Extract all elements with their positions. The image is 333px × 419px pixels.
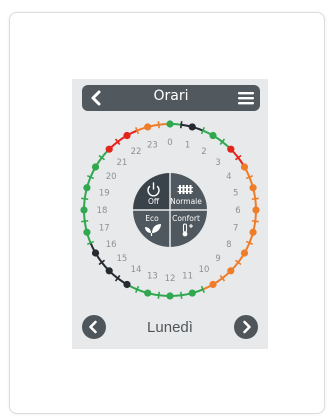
hour-label: 2	[201, 147, 206, 157]
hour-label: 11	[182, 272, 193, 282]
next-day-button[interactable]	[234, 315, 258, 339]
hour-label: 0	[167, 138, 172, 148]
hamburger-menu-icon	[238, 92, 254, 105]
schedule-hour-dot[interactable]	[144, 289, 152, 297]
schedule-hour-dot[interactable]	[227, 267, 235, 275]
page-title: Orari	[153, 88, 189, 104]
hour-label: 14	[131, 265, 142, 275]
title-bar: Orari	[82, 85, 260, 111]
schedule-half-hour-tick[interactable]	[157, 121, 161, 129]
mode-selector: Off Normale Eco Confort	[133, 173, 207, 247]
schedule-hour-dot[interactable]	[123, 280, 131, 289]
hour-label: 22	[131, 147, 142, 157]
mode-comfort-label: Confort	[172, 214, 200, 223]
thermostat-panel: Orari 0 1 2 3 4 5 6 7 8 9 10 11 12 13 14 15 16 17 18 19 20 21…	[72, 79, 268, 349]
schedule-half-hour-tick[interactable]	[179, 291, 183, 299]
hour-label: 12	[165, 274, 176, 284]
mode-eco-label: Eco	[145, 214, 159, 223]
hour-label: 16	[106, 240, 117, 250]
hour-label: 4	[226, 172, 231, 182]
hour-label: 7	[233, 224, 238, 234]
hour-label: 8	[226, 240, 231, 250]
schedule-hour-dot[interactable]	[209, 131, 217, 140]
mode-normal-label: Normale	[170, 197, 202, 206]
hour-label: 18	[97, 206, 108, 216]
schedule-half-hour-tick[interactable]	[157, 291, 161, 299]
schedule-hour-dot[interactable]	[240, 163, 249, 171]
schedule-hour-dot[interactable]	[249, 184, 257, 192]
schedule-hour-dot[interactable]	[80, 206, 88, 214]
hour-label: 5	[233, 188, 238, 198]
schedule-hour-dot[interactable]	[249, 228, 257, 236]
schedule-hour-dot[interactable]	[83, 184, 91, 192]
schedule-hour-dot[interactable]	[188, 289, 196, 297]
mode-off-label: Off	[148, 197, 160, 206]
hour-label: 17	[99, 224, 110, 234]
hour-label: 1	[185, 140, 190, 150]
hour-label: 6	[235, 206, 240, 216]
hour-label: 21	[117, 158, 128, 168]
menu-button[interactable]	[236, 88, 256, 108]
schedule-hour-dot[interactable]	[123, 131, 131, 140]
hour-label: 15	[117, 254, 128, 264]
schedule-hour-dot[interactable]	[166, 292, 174, 300]
hour-label: 10	[199, 265, 210, 275]
schedule-hour-dot[interactable]	[144, 123, 152, 131]
schedule-hour-dot[interactable]	[188, 123, 196, 131]
schedule-hour-dot[interactable]	[166, 120, 174, 128]
schedule-hour-dot[interactable]	[209, 280, 217, 289]
hour-label: 19	[99, 188, 110, 198]
schedule-hour-dot[interactable]	[91, 249, 100, 257]
schedule-dial[interactable]: 0 1234567891011121314151617181920212223 O…	[72, 115, 268, 305]
hour-label: 13	[147, 272, 158, 282]
chevron-right-icon	[234, 315, 258, 339]
schedule-half-hour-tick[interactable]	[251, 197, 259, 201]
schedule-hour-dot[interactable]	[83, 228, 91, 236]
hour-label: 20	[106, 172, 117, 182]
hour-label: 3	[215, 158, 220, 168]
schedule-hour-dot[interactable]	[252, 206, 260, 214]
hour-label: 23	[147, 140, 158, 150]
schedule-half-hour-tick[interactable]	[81, 219, 89, 223]
schedule-hour-dot[interactable]	[227, 145, 235, 153]
schedule-half-hour-tick[interactable]	[251, 219, 259, 223]
schedule-half-hour-tick[interactable]	[81, 197, 89, 201]
schedule-hour-dot[interactable]	[91, 163, 100, 171]
schedule-hour-dot[interactable]	[105, 267, 113, 275]
schedule-hour-dot[interactable]	[240, 249, 249, 257]
schedule-hour-dot[interactable]	[105, 145, 113, 153]
schedule-half-hour-tick[interactable]	[179, 121, 183, 129]
hour-label: 9	[215, 254, 220, 264]
